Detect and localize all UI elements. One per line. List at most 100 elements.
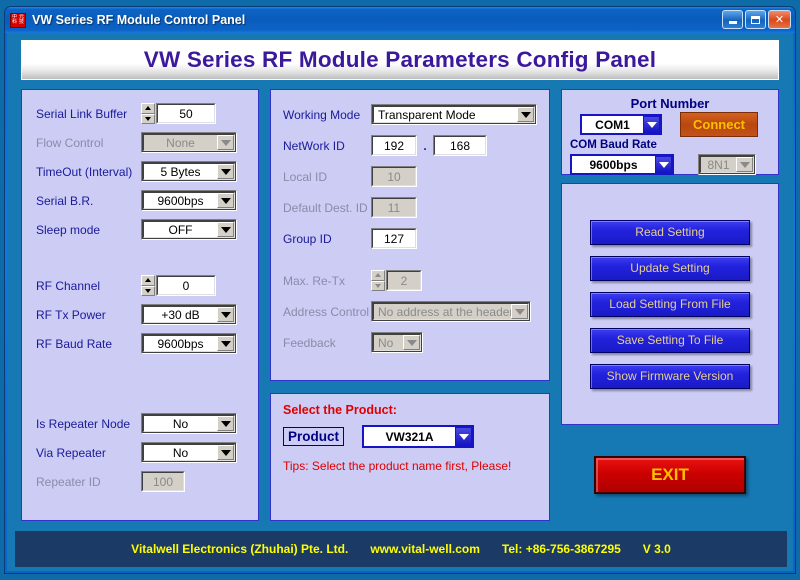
stepper-down-icon[interactable] [141, 285, 155, 296]
row-rf-baud-rate: RF Baud Rate 9600bps [36, 333, 237, 354]
chevron-down-icon[interactable] [455, 427, 473, 446]
rf-baud-rate-value: 9600bps [157, 336, 204, 351]
label-repeater-id: Repeater ID [36, 474, 101, 489]
com-port-select[interactable]: COM1 [580, 114, 662, 135]
chevron-down-icon[interactable] [217, 193, 234, 208]
stepper-up-icon[interactable] [141, 275, 155, 286]
product-label: Product [283, 427, 345, 446]
via-repeater-value: No [172, 445, 189, 460]
label-group-id: Group ID [283, 231, 332, 246]
is-repeater-node-value: No [172, 416, 189, 431]
row-via-repeater: Via Repeater No [36, 442, 237, 463]
serial-rf-panel: Serial Link Buffer 50 Flow Control None [21, 89, 259, 521]
working-mode-value: Transparent Mode [378, 107, 476, 122]
footer-website: www.vital-well.com [370, 542, 480, 556]
local-id-value: 10 [371, 166, 417, 187]
chevron-down-icon[interactable] [217, 445, 234, 460]
group-id-value[interactable]: 127 [371, 228, 417, 249]
address-control-value: No address at the header [378, 304, 511, 319]
rf-baud-rate-select[interactable]: 9600bps [141, 333, 237, 354]
connect-button[interactable]: Connect [680, 112, 758, 137]
row-rf-tx-power: RF Tx Power +30 dB [36, 304, 237, 325]
chevron-down-icon[interactable] [643, 116, 660, 133]
right-column: Port Number COM1 Connect COM Baud Rate 9… [561, 89, 779, 521]
window-title: VW Series RF Module Control Panel [32, 13, 246, 27]
network-id-part-a[interactable]: 192 [371, 135, 417, 156]
chevron-down-icon[interactable] [217, 307, 234, 322]
minimize-button[interactable] [722, 10, 743, 29]
row-local-id: Local ID 10 [283, 166, 417, 187]
serial-link-buffer-value[interactable]: 50 [156, 103, 216, 124]
is-repeater-node-select[interactable]: No [141, 413, 237, 434]
footer-tel: Tel: +86-756-3867295 [501, 542, 621, 556]
chevron-down-icon[interactable] [517, 107, 534, 122]
chevron-down-icon [511, 304, 528, 319]
exit-button[interactable]: EXIT [594, 456, 746, 494]
row-rf-channel: RF Channel 0 [36, 275, 216, 296]
row-flow-control: Flow Control None [36, 132, 237, 153]
rf-channel-value[interactable]: 0 [156, 275, 216, 296]
chevron-down-icon[interactable] [217, 164, 234, 179]
update-setting-button[interactable]: Update Setting [590, 255, 750, 281]
chevron-down-icon[interactable] [217, 416, 234, 431]
stepper-up-icon [371, 270, 385, 281]
row-sleep-mode: Sleep mode OFF [36, 219, 237, 240]
stepper-down-icon[interactable] [141, 113, 155, 124]
maximize-button[interactable] [745, 10, 766, 29]
timeout-select[interactable]: 5 Bytes [141, 161, 237, 182]
rf-channel-stepper[interactable]: 0 [141, 275, 216, 296]
product-value: VW321A [385, 429, 434, 444]
network-id-separator: . [423, 138, 427, 153]
sleep-mode-value: OFF [168, 222, 193, 237]
row-group-id: Group ID 127 [283, 228, 417, 249]
flow-control-select: None [141, 132, 237, 153]
load-setting-from-file-button[interactable]: Load Setting From File [590, 291, 750, 317]
page-title: VW Series RF Module Parameters Config Pa… [143, 47, 657, 72]
row-default-dest-id: Default Dest. ID 11 [283, 197, 417, 218]
product-select[interactable]: VW321A [362, 425, 475, 448]
show-firmware-version-button[interactable]: Show Firmware Version [590, 363, 750, 389]
max-retx-value: 2 [386, 270, 422, 291]
label-rf-baud-rate: RF Baud Rate [36, 336, 113, 351]
feedback-select: No [371, 332, 423, 353]
feedback-value: No [378, 335, 394, 350]
close-button[interactable]: ✕ [768, 10, 791, 29]
footer-version: V 3.0 [642, 542, 671, 556]
network-id-part-b[interactable]: 168 [433, 135, 487, 156]
serial-baud-rate-select[interactable]: 9600bps [141, 190, 237, 211]
serial-baud-rate-value: 9600bps [157, 193, 204, 208]
header-banner: VW Series RF Module Parameters Config Pa… [21, 40, 779, 80]
read-setting-button[interactable]: Read Setting [590, 219, 750, 245]
via-repeater-select[interactable]: No [141, 442, 237, 463]
label-local-id: Local ID [283, 169, 328, 184]
stepper-up-icon[interactable] [141, 103, 155, 114]
chevron-down-icon[interactable] [655, 156, 672, 173]
com-port-value: COM1 [595, 117, 630, 132]
footer-company: Vitalwell Electronics (Zhuhai) Pte. Ltd. [131, 542, 349, 556]
row-max-retx: Max. Re-Tx 2 [283, 270, 422, 291]
com-baud-rate-value: 9600bps [589, 157, 638, 172]
sleep-mode-select[interactable]: OFF [141, 219, 237, 240]
chevron-down-icon [403, 335, 420, 350]
chevron-down-icon[interactable] [217, 222, 234, 237]
working-mode-select[interactable]: Transparent Mode [371, 104, 537, 125]
save-setting-to-file-button[interactable]: Save Setting To File [590, 327, 750, 353]
window-controls: ✕ [722, 10, 791, 29]
com-baud-rate-select[interactable]: 9600bps [570, 154, 674, 175]
row-serial-link-buffer: Serial Link Buffer 50 [36, 103, 216, 124]
repeater-id-value: 100 [141, 471, 185, 492]
row-feedback: Feedback No [283, 332, 423, 353]
label-rf-channel: RF Channel [36, 278, 101, 293]
label-timeout: TimeOut (Interval) [36, 164, 133, 179]
app-icon: 中元科技 [10, 12, 26, 28]
chevron-down-icon[interactable] [217, 336, 234, 351]
serial-link-buffer-stepper[interactable]: 50 [141, 103, 216, 124]
chevron-down-icon [217, 135, 234, 150]
address-control-select: No address at the header [371, 301, 531, 322]
label-address-control: Address Control [283, 304, 370, 319]
product-selection-panel: Select the Product: Product VW321A Tips:… [270, 393, 550, 521]
rf-tx-power-select[interactable]: +30 dB [141, 304, 237, 325]
timeout-value: 5 Bytes [160, 164, 201, 179]
product-tips: Tips: Select the product name first, Ple… [283, 459, 512, 473]
label-serial-br: Serial B.R. [36, 193, 94, 208]
